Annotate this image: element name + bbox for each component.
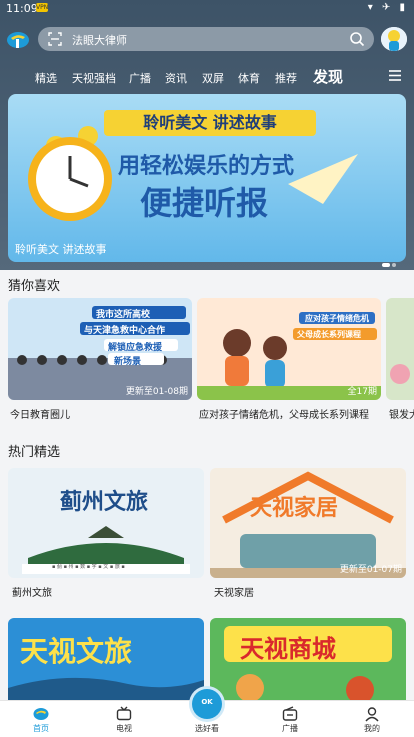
hero-banner[interactable]: 聆听美文 讲述故事 用轻松娱乐的方式 便捷听报 聆听美文 讲述故事 [8, 94, 406, 262]
status-time: 11:09 [6, 2, 38, 15]
tab-shuangping[interactable]: 双屏 [202, 70, 224, 86]
ok-label: OK [201, 698, 213, 706]
hot-card-jizhou-poster-sub: ▪ 蓟 ▪ 州 ▪ 数 ▪ 字 ▪ 文 ▪ 旅 ▪ [52, 564, 125, 570]
channel-nav: 精选 天视强档 广播 资讯 双屏 体育 推荐 发现 [0, 66, 414, 86]
guess-card-1-poster-line-3: 解锁应急救援 [108, 343, 163, 353]
carousel-dot-active [382, 263, 390, 267]
user-icon [365, 707, 379, 722]
tab-tiyu[interactable]: 体育 [238, 70, 260, 86]
tab-tuijian[interactable]: 推荐 [275, 70, 297, 86]
hot-card-jiaju[interactable]: 天视家居 更新至01-07期 [210, 468, 406, 578]
search-input[interactable]: 法眼大律师 [72, 32, 127, 48]
guess-card-1-poster-line-1: 我市这所高校 [96, 310, 151, 320]
hot-card-wenlv[interactable]: 天视文旅 [8, 618, 204, 700]
guess-card-2[interactable]: 应对孩子情绪危机 父母成长系列课程 全17期 [197, 298, 381, 400]
tab-tianshi-qiangdang[interactable]: 天视强档 [72, 70, 116, 86]
system-icons: ▾ ✈ ▮ [367, 2, 408, 13]
tab-faxian[interactable]: 发现 [313, 66, 343, 87]
guess-card-1-poster-line-2: 与天津急救中心合作 [84, 326, 166, 336]
banner-ribbon: 聆听美文 讲述故事 [104, 110, 316, 136]
tab-mine-label: 我的 [364, 724, 380, 733]
menu-icon[interactable] [388, 69, 402, 82]
guess-card-2-poster-line-1: 应对孩子情绪危机 [305, 314, 369, 323]
search-icon[interactable] [349, 31, 365, 47]
guess-card-2-title[interactable]: 应对孩子情绪危机，父母成长系列课程 [199, 406, 381, 421]
hot-card-jizhou-poster-title: 蓟州文旅 [60, 490, 149, 515]
banner-headline-2: 便捷听报 [140, 184, 269, 222]
tab-mine[interactable]: 我的 [342, 701, 402, 737]
guess-card-1-title[interactable]: 今日教育圈儿 [10, 406, 192, 421]
guess-card-3-poster [386, 298, 414, 400]
section-title-hot: 热门精选 [8, 445, 61, 460]
tab-pick-label: 选好看 [195, 724, 219, 733]
tab-jingxuan[interactable]: 精选 [35, 70, 57, 86]
guess-card-3-title[interactable]: 银发大 [389, 406, 414, 421]
hot-card-jiaju-update: 更新至01-07期 [339, 565, 402, 575]
carousel-dot [392, 263, 396, 267]
hot-card-jiaju-poster-title: 天视家居 [250, 496, 339, 521]
scan-icon[interactable] [48, 32, 62, 46]
home-icon [33, 708, 49, 720]
tab-guangbo[interactable]: 广播 [129, 70, 151, 86]
hot-card-jizhou-title[interactable]: 蓟州文旅 [12, 584, 202, 599]
profile-avatar[interactable] [381, 27, 407, 51]
vpn-badge: VPN [36, 3, 49, 12]
hot-card-jiaju-title[interactable]: 天视家居 [214, 584, 404, 599]
status-bar: 11:09 VPN ▾ ✈ ▮ [0, 0, 414, 18]
guess-card-2-update: 全17期 [347, 387, 377, 397]
guess-card-1-poster-line-4: 新场景 [114, 357, 142, 367]
search-bar[interactable]: 法眼大律师 [38, 27, 374, 51]
tab-zixun[interactable]: 资讯 [165, 70, 187, 86]
hot-card-shangcheng-poster-title: 天视商城 [240, 635, 336, 663]
tab-home-label: 首页 [33, 724, 49, 733]
tab-radio[interactable]: 广播 [260, 701, 320, 737]
hot-card-jizhou[interactable]: 蓟州文旅 ▪ 蓟 ▪ 州 ▪ 数 ▪ 字 ▪ 文 ▪ 旅 ▪ [8, 468, 204, 578]
carousel-indicator [380, 252, 396, 271]
banner-headline-1: 用轻松娱乐的方式 [118, 154, 295, 179]
banner-caption: 聆听美文 讲述故事 [15, 243, 107, 256]
guess-card-1-update: 更新至01-08期 [125, 387, 188, 397]
tv-icon [116, 706, 132, 721]
tab-tv-label: 电视 [116, 724, 132, 733]
guess-card-1[interactable]: 我市这所高校 与天津急救中心合作 解锁应急救援 新场景 更新至01-08期 [8, 298, 192, 400]
guess-card-3[interactable] [386, 298, 414, 400]
tab-tv[interactable]: 电视 [94, 701, 154, 737]
hot-card-wenlv-poster-title: 天视文旅 [20, 635, 133, 668]
hot-card-shangcheng[interactable]: 天视商城 [210, 618, 406, 700]
section-title-guess: 猜你喜欢 [8, 279, 61, 294]
tab-home[interactable]: 首页 [11, 701, 71, 737]
radio-icon [282, 706, 298, 721]
app-logo-icon[interactable] [6, 30, 30, 50]
ok-center-button[interactable]: OK [192, 689, 222, 719]
tab-radio-label: 广播 [282, 724, 298, 733]
guess-card-2-poster-line-2: 父母成长系列课程 [297, 330, 361, 339]
